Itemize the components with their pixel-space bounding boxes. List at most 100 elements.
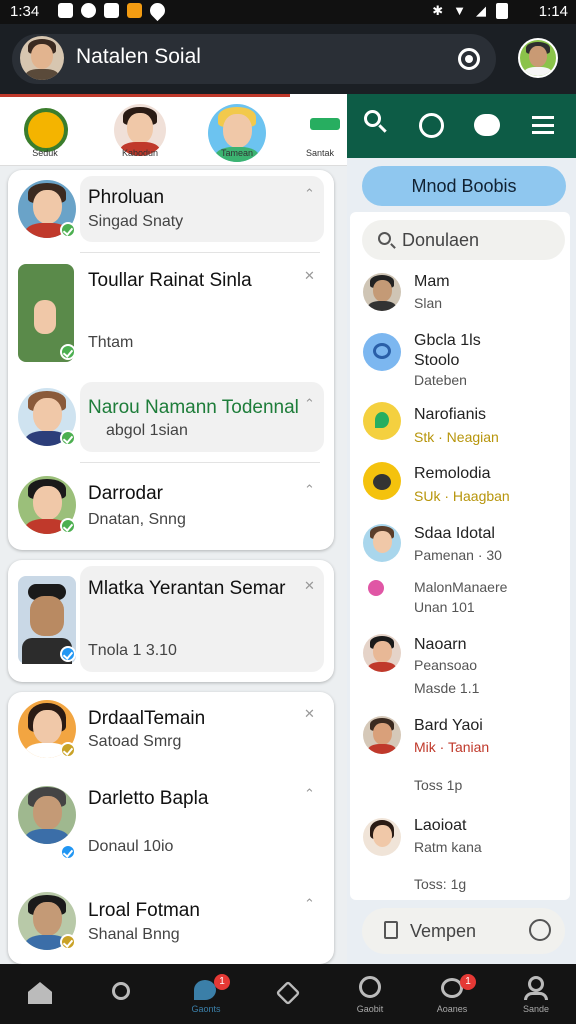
search-icon bbox=[378, 232, 391, 245]
contact-meta: Toss: 1g bbox=[414, 876, 467, 892]
chat-preview: abgol 1sian bbox=[106, 422, 188, 439]
nav-activity[interactable]: Gaobit bbox=[334, 964, 406, 1024]
chat-icon bbox=[194, 980, 216, 1000]
chat-avatar[interactable] bbox=[18, 786, 76, 844]
nav-label: Gaobit bbox=[356, 1004, 384, 1014]
check-badge-icon bbox=[60, 344, 76, 360]
contact-name: Gbcla 1ls bbox=[414, 332, 481, 349]
close-icon[interactable]: ✕ bbox=[304, 578, 315, 594]
chat-name[interactable]: Narou Namann Todennal bbox=[88, 395, 299, 420]
person-icon-body bbox=[524, 992, 548, 1000]
contact-avatar[interactable] bbox=[363, 273, 401, 311]
story-label: Kabodun bbox=[121, 148, 159, 158]
battery-icon bbox=[496, 3, 508, 19]
app-title: Natalen Soial bbox=[76, 45, 201, 68]
divider bbox=[80, 252, 320, 253]
chat-name[interactable]: Phroluan bbox=[88, 185, 164, 210]
right-panel-search-input[interactable]: Donulaen bbox=[362, 220, 565, 260]
contact-status: Peansoao bbox=[414, 657, 478, 673]
status-time-left: 1:34 bbox=[10, 3, 40, 20]
story-item[interactable] bbox=[306, 112, 346, 142]
check-badge-icon bbox=[60, 934, 76, 950]
contact-meta: Masde 1.1 bbox=[414, 680, 480, 696]
check-badge-icon bbox=[60, 518, 76, 534]
close-icon[interactable]: ✕ bbox=[304, 268, 315, 284]
check-badge-icon bbox=[60, 222, 76, 238]
nav-profile[interactable]: Sande bbox=[500, 964, 572, 1024]
nav-house[interactable] bbox=[252, 964, 324, 1024]
notification-badge: 1 bbox=[460, 974, 476, 990]
clock-icon bbox=[359, 976, 381, 998]
compose-input[interactable]: Vempen bbox=[362, 908, 565, 954]
contact-meta: Toss 1p bbox=[414, 777, 463, 793]
contact-status: Pamenan · 30 bbox=[414, 547, 502, 563]
close-icon[interactable]: ✕ bbox=[304, 706, 315, 722]
contact-avatar[interactable] bbox=[363, 524, 401, 562]
message-icon bbox=[58, 3, 73, 18]
clock-icon[interactable] bbox=[529, 919, 551, 941]
chevron-up-icon[interactable]: ⌃ bbox=[304, 482, 315, 498]
status-system-icons: ✱ ▼ ◢ bbox=[432, 3, 508, 19]
story-avatar bbox=[24, 108, 68, 152]
document-icon bbox=[384, 921, 398, 939]
divider bbox=[80, 462, 320, 463]
nav-search[interactable] bbox=[88, 964, 160, 1024]
reaction-icon bbox=[368, 580, 384, 596]
wifi-icon bbox=[146, 0, 169, 22]
contact-meta: Dateben bbox=[414, 372, 467, 388]
contact-name: Remolodia bbox=[414, 465, 491, 482]
signal-icon: ◢ bbox=[476, 3, 486, 18]
contact-avatar[interactable] bbox=[363, 818, 401, 856]
nav-label: Sande bbox=[522, 1004, 550, 1014]
contact-avatar[interactable] bbox=[363, 462, 401, 500]
user-avatar[interactable] bbox=[518, 38, 558, 78]
search-icon bbox=[112, 982, 130, 1000]
chat-preview: Satoad Smrg bbox=[88, 733, 182, 750]
check-badge-icon bbox=[60, 742, 76, 758]
contact-name: Bard Yaoi bbox=[414, 717, 483, 734]
chat-name[interactable]: DrdaalTemain bbox=[88, 706, 205, 731]
chat-preview: Shanal Bnng bbox=[88, 926, 180, 943]
chevron-up-icon[interactable]: ⌃ bbox=[304, 896, 315, 912]
nav-notifications[interactable]: 1 Aoanes bbox=[416, 964, 488, 1024]
chat-preview: Thtam bbox=[88, 334, 134, 351]
chat-name[interactable]: Mlatka Yerantan Semar bbox=[88, 576, 288, 601]
refresh-icon[interactable] bbox=[458, 48, 480, 70]
wifi-signal-icon: ▼ bbox=[453, 3, 466, 18]
chat-name[interactable]: Darletto Bapla bbox=[88, 786, 248, 811]
nav-label: Gaonts bbox=[191, 1004, 221, 1014]
person-icon bbox=[528, 976, 544, 992]
cloud-icon[interactable] bbox=[474, 114, 500, 136]
contact-status: Mik · Tanian bbox=[414, 739, 490, 755]
chat-name[interactable]: Darrodar bbox=[88, 481, 163, 506]
chat-preview: Donaul 10io bbox=[88, 838, 174, 855]
contact-name: Naoarn bbox=[414, 636, 467, 653]
contact-name: MalonManaere bbox=[414, 579, 508, 595]
chat-preview: Dnatan, Snng bbox=[88, 511, 186, 528]
story-label: Tamean bbox=[220, 148, 254, 158]
contact-avatar[interactable] bbox=[363, 402, 401, 440]
chat-name[interactable]: Lroal Fotman bbox=[88, 898, 200, 923]
chevron-up-icon[interactable]: ⌃ bbox=[304, 396, 315, 412]
menu-icon[interactable] bbox=[532, 116, 554, 134]
chevron-up-icon[interactable]: ⌃ bbox=[304, 186, 315, 202]
profile-avatar[interactable] bbox=[20, 36, 64, 80]
status-notification-icons bbox=[58, 0, 169, 22]
verified-badge-icon bbox=[60, 844, 76, 860]
contact-avatar[interactable] bbox=[363, 333, 401, 371]
contact-avatar[interactable] bbox=[363, 716, 401, 754]
nav-chats[interactable]: 1 Gaonts bbox=[170, 964, 242, 1024]
search-icon[interactable] bbox=[364, 110, 388, 134]
compose-placeholder: Vempen bbox=[410, 921, 477, 941]
check-badge-icon bbox=[60, 430, 76, 446]
check-circle-icon[interactable] bbox=[419, 113, 444, 138]
contact-name: Sdaa Idotal bbox=[414, 525, 495, 542]
chevron-up-icon[interactable]: ⌃ bbox=[304, 786, 315, 802]
contact-status: Stk · Neagian bbox=[414, 429, 499, 445]
chat-name[interactable]: Toullar Rainat Sinla bbox=[88, 268, 288, 293]
contact-avatar[interactable] bbox=[363, 634, 401, 672]
chat-preview: Tnola 1 3.10 bbox=[88, 642, 177, 659]
right-panel-pill-button[interactable]: Mnod Boobis bbox=[362, 166, 566, 206]
nav-home[interactable] bbox=[4, 964, 76, 1024]
home-icon bbox=[28, 982, 52, 1004]
